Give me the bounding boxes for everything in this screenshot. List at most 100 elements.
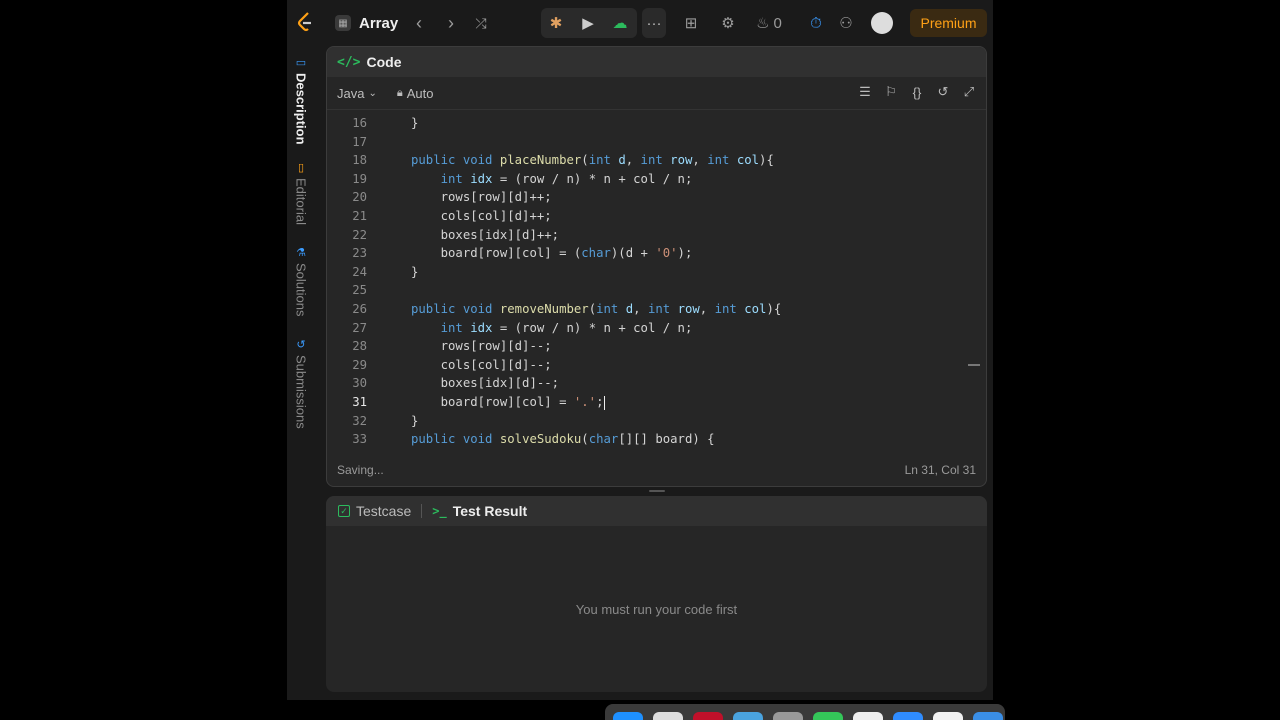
- tab-solutions-label: Solutions: [293, 263, 309, 317]
- description-icon: ▭: [295, 57, 307, 69]
- timer-icon[interactable]: ⏱: [805, 12, 827, 34]
- line-number: 25: [352, 283, 367, 298]
- code-text: public void removeNumber(int d, int row,…: [411, 302, 782, 316]
- app-icon[interactable]: [653, 712, 683, 720]
- line-number: 26: [352, 302, 367, 316]
- code-line[interactable]: 21 cols[col][d]++;: [327, 207, 967, 225]
- format-icon[interactable]: ☰: [856, 83, 874, 101]
- code-line[interactable]: 30 boxes[idx][d]--;: [327, 374, 967, 392]
- problem-list-icon: ▦: [335, 15, 351, 31]
- code-text: rows[row][d]++;: [411, 190, 552, 205]
- code-line[interactable]: 27 int idx = (row / n) * n + col / n;: [327, 319, 967, 337]
- code-panel-title: Code: [366, 54, 402, 70]
- premium-button[interactable]: Premium: [910, 9, 987, 37]
- reset-icon[interactable]: ↺: [934, 83, 952, 101]
- app-icon[interactable]: [893, 712, 923, 720]
- code-line[interactable]: 17: [327, 133, 967, 151]
- test-panel: ✓ Testcase >_ Test Result You must run y…: [326, 496, 987, 692]
- leetcode-logo-icon[interactable]: [295, 10, 317, 34]
- tab-divider: [421, 504, 423, 518]
- tab-test-result[interactable]: >_ Test Result: [432, 503, 527, 519]
- language-label: Java: [337, 85, 365, 101]
- code-line[interactable]: 20 rows[row][d]++;: [327, 188, 967, 206]
- fullscreen-icon[interactable]: ⤢: [960, 83, 978, 101]
- editorial-icon: ▯: [297, 162, 305, 174]
- app-icon[interactable]: [773, 712, 803, 720]
- more-options-button[interactable]: ···: [642, 8, 666, 38]
- next-problem-button[interactable]: ›: [441, 12, 461, 34]
- braces-icon[interactable]: {}: [908, 83, 926, 101]
- side-tabs: ▭ Description ▯ Editorial ⚗ Solutions ↺ …: [287, 46, 315, 696]
- app-icon[interactable]: [933, 712, 963, 720]
- flame-icon: ♨: [756, 15, 770, 32]
- line-number: 28: [352, 339, 367, 354]
- bookmark-icon[interactable]: ⚐: [882, 83, 900, 101]
- solutions-icon: ⚗: [296, 247, 306, 259]
- app-icon[interactable]: [973, 712, 1003, 720]
- app-icon[interactable]: [693, 712, 723, 720]
- code-line[interactable]: 16}: [327, 114, 967, 132]
- gear-icon[interactable]: ⚙: [717, 12, 739, 34]
- add-friend-icon[interactable]: ⚇: [835, 12, 857, 34]
- resize-handle[interactable]: [649, 490, 665, 492]
- code-line[interactable]: 24}: [327, 263, 967, 281]
- tab-testcase[interactable]: ✓ Testcase: [338, 503, 411, 519]
- line-number: 27: [352, 320, 367, 335]
- code-line[interactable]: 23 board[row][col] = (char)(d + '0');: [327, 244, 967, 262]
- code-text: cols[col][d]--;: [411, 357, 552, 372]
- code-text: }: [411, 264, 419, 279]
- code-line[interactable]: 33 public void solveSudoku(char[][] board…: [327, 430, 967, 448]
- auto-mode[interactable]: 🔒︎ Auto: [397, 86, 434, 101]
- code-panel-header: </> Code: [327, 47, 986, 77]
- app-icon[interactable]: [853, 712, 883, 720]
- run-button[interactable]: ▶: [573, 8, 603, 38]
- problem-list-button[interactable]: ▦ Array: [335, 11, 398, 35]
- code-line[interactable]: 22 boxes[idx][d]++;: [327, 226, 967, 244]
- streak-counter[interactable]: ♨ 0: [755, 12, 783, 34]
- empty-result-message: You must run your code first: [575, 602, 738, 617]
- tab-test-result-label: Test Result: [452, 503, 528, 519]
- code-line[interactable]: 25: [327, 281, 967, 299]
- code-line[interactable]: 28 rows[row][d]--;: [327, 337, 967, 355]
- tab-description-label: Description: [293, 73, 309, 145]
- tab-editorial[interactable]: ▯ Editorial: [291, 161, 311, 225]
- messages-icon[interactable]: [813, 712, 843, 720]
- line-number: 24: [352, 264, 367, 279]
- app-icon[interactable]: [733, 712, 763, 720]
- language-select[interactable]: Java ⌄: [337, 86, 377, 101]
- code-text: boxes[idx][d]--;: [411, 376, 560, 391]
- tab-testcase-label: Testcase: [356, 503, 412, 519]
- code-text: public void placeNumber(int d, int row, …: [411, 153, 774, 168]
- scrollbar-marker[interactable]: [968, 364, 980, 366]
- terminal-icon: >_: [432, 504, 447, 518]
- line-number: 21: [352, 209, 367, 223]
- submissions-icon: ↺: [296, 339, 306, 351]
- code-line[interactable]: 18 public void placeNumber(int d, int row…: [327, 151, 967, 169]
- shuffle-icon[interactable]: ⤮: [471, 12, 491, 34]
- top-bar: ▦ Array ‹ › ⤮ ✱ ▶ ☁ ··· ⊞ ⚙ ♨ 0 ⏱ ⚇ Prem…: [287, 0, 993, 46]
- code-text: int idx = (row / n) * n + col / n;: [440, 320, 693, 335]
- auto-mode-label: Auto: [406, 85, 434, 101]
- finder-icon[interactable]: [613, 712, 643, 720]
- debug-icon[interactable]: ✱: [541, 8, 571, 38]
- tab-description[interactable]: ▭ Description: [291, 56, 311, 145]
- line-number: 30: [352, 376, 367, 391]
- code-line[interactable]: 26 public void removeNumber(int d, int ro…: [327, 300, 967, 318]
- submit-cloud-icon[interactable]: ☁: [605, 8, 635, 38]
- code-editor[interactable]: 16} 17 18 public void placeNumber(int d, in…: [327, 110, 986, 450]
- code-line[interactable]: 31 board[row][col] = '.';: [327, 393, 967, 411]
- code-line[interactable]: 29 cols[col][d]--;: [327, 356, 967, 374]
- streak-count: 0: [773, 14, 782, 32]
- line-number: 19: [352, 171, 367, 186]
- line-number: 23: [352, 246, 367, 261]
- layout-icon[interactable]: ⊞: [680, 12, 702, 34]
- code-text: rows[row][d]--;: [411, 339, 552, 354]
- line-number: 18: [352, 153, 367, 168]
- code-line[interactable]: 19 int idx = (row / n) * n + col / n;: [327, 170, 967, 188]
- tab-submissions[interactable]: ↺ Submissions: [291, 338, 311, 429]
- save-status: Saving...: [337, 463, 384, 477]
- avatar[interactable]: [871, 12, 893, 34]
- prev-problem-button[interactable]: ‹: [409, 12, 429, 34]
- tab-solutions[interactable]: ⚗ Solutions: [291, 246, 311, 316]
- code-line[interactable]: 32}: [327, 412, 967, 430]
